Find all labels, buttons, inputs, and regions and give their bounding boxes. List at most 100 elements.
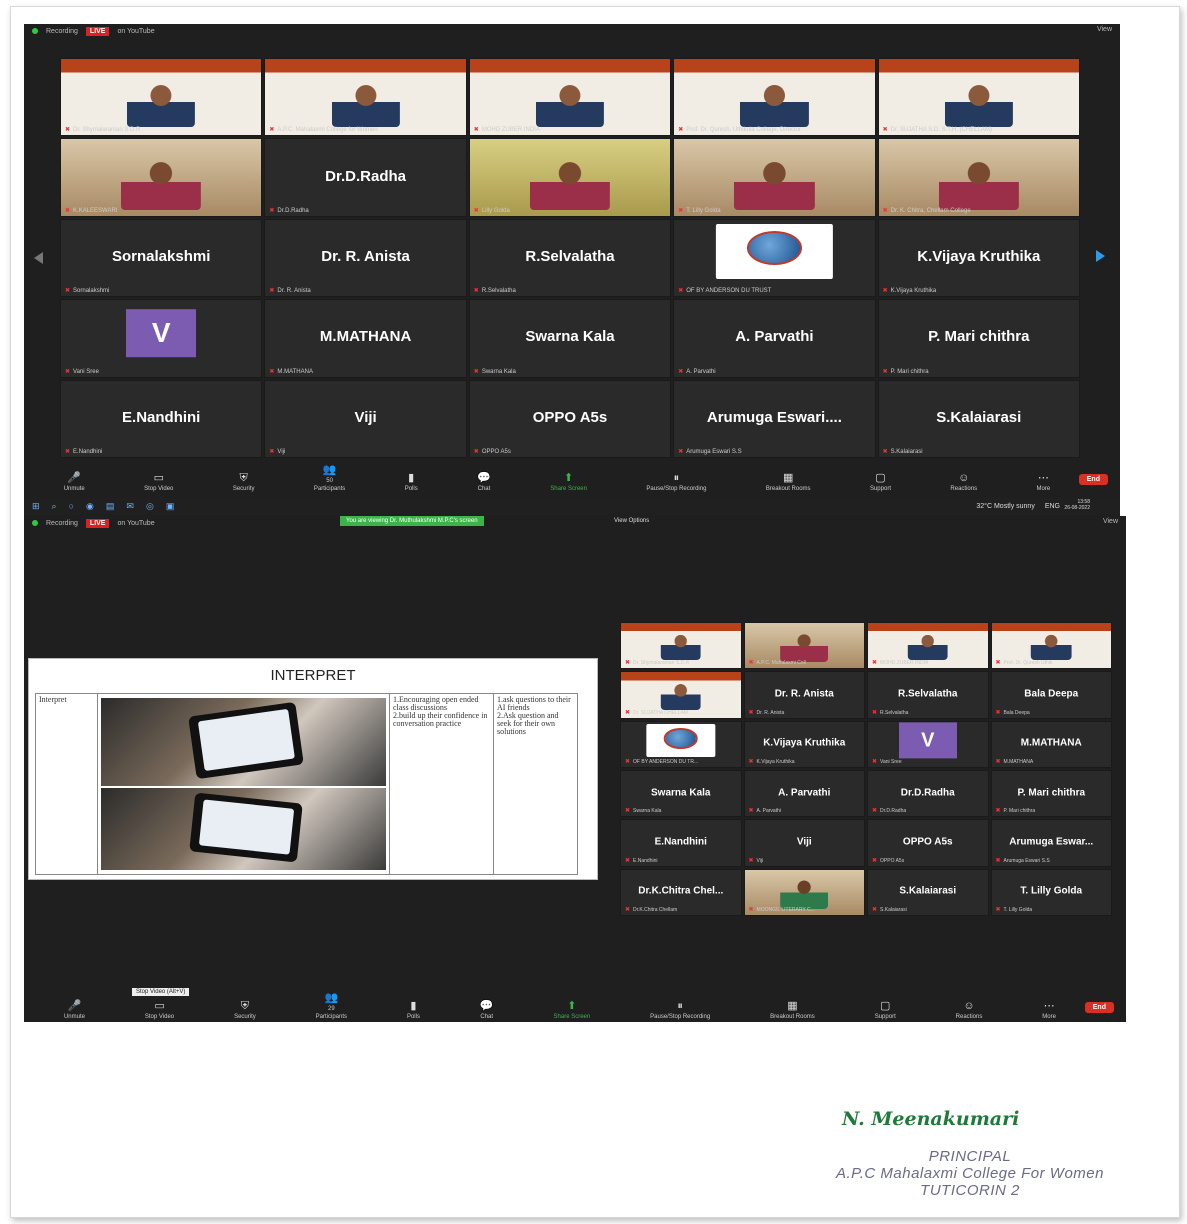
- participant-tile[interactable]: K.Vijaya Kruthika K.Vijaya Kruthika: [743, 720, 865, 768]
- participant-tile[interactable]: P. Mari chithra P. Mari chithra: [877, 299, 1080, 378]
- breakout-rooms-button[interactable]: ▦ Breakout Rooms: [766, 473, 811, 493]
- participant-tile[interactable]: S.Kalaiarasi S.Kalaiarasi: [877, 379, 1080, 458]
- participant-tile-banner[interactable]: MOHD ZUBER INDIA: [468, 58, 672, 137]
- more-button[interactable]: ⋯ More: [1042, 1001, 1056, 1021]
- participant-tile[interactable]: OPPO A5s OPPO A5s: [867, 819, 989, 867]
- participant-tile[interactable]: Arumuga Eswar... Arumuga Eswari S.S: [990, 819, 1112, 867]
- participant-tile[interactable]: M.MATHANA M.MATHANA: [264, 299, 467, 378]
- stop-video-button[interactable]: ▭ Stop Video: [144, 473, 173, 493]
- participant-tile-banner[interactable]: Dr. Shymalaraman S.D.R: [60, 58, 263, 137]
- share-screen-button[interactable]: ⬆ Share Screen: [554, 1001, 591, 1021]
- chat-button[interactable]: 💬 Chat: [477, 473, 491, 493]
- support-button[interactable]: ▢ Support: [870, 473, 891, 493]
- weather-text[interactable]: 32°C Mostly sunny: [976, 503, 1034, 510]
- windows-start-icon[interactable]: ⊞: [32, 501, 40, 512]
- toolbar-label: Reactions: [955, 1014, 983, 1020]
- participant-tile[interactable]: P. Mari chithra P. Mari chithra: [990, 769, 1112, 818]
- share-screen-button[interactable]: ⬆ Share Screen: [550, 473, 587, 493]
- participant-tile[interactable]: Lilly Golda: [468, 138, 672, 217]
- edge-icon[interactable]: ◉: [86, 501, 94, 512]
- chat-button[interactable]: 💬 Chat: [480, 1001, 494, 1021]
- participant-tile[interactable]: R.Selvalatha R.Selvalatha: [867, 671, 989, 719]
- participant-tile[interactable]: Swarna Kala Swarna Kala: [468, 299, 672, 378]
- recording-status: Recording: [46, 519, 78, 527]
- participant-tile[interactable]: K.Vijaya Kruthika K.Vijaya Kruthika: [877, 218, 1080, 298]
- pause-stop-recording-button[interactable]: ⏸ Pause/Stop Recording: [650, 1001, 710, 1021]
- participant-tile[interactable]: Viji Viji: [743, 819, 865, 867]
- end-meeting-button[interactable]: End: [1078, 474, 1108, 485]
- participant-tile[interactable]: MOHD ZUBER INDIA: [867, 622, 989, 670]
- more-button[interactable]: ⋯ More: [1037, 473, 1051, 493]
- taskbar-clock[interactable]: 13:58 26-08-2022: [1064, 499, 1090, 511]
- polls-button[interactable]: ▮ Polls: [407, 1001, 420, 1021]
- previous-page-icon[interactable]: [34, 252, 43, 264]
- participant-tile[interactable]: K.KALEESWARI: [60, 138, 263, 217]
- principal-signature: N. Meenakumari: [842, 1108, 1020, 1130]
- reactions-button[interactable]: ☺ Reactions: [955, 1001, 983, 1021]
- live-badge[interactable]: LIVE: [85, 518, 110, 528]
- participant-tile[interactable]: Arumuga Eswari.... Arumuga Eswari S.S: [673, 379, 876, 458]
- unmute-button[interactable]: 🎤 Unmute: [64, 473, 85, 493]
- participant-tile[interactable]: T. Lilly Golda T. Lilly Golda: [990, 868, 1112, 916]
- search-icon[interactable]: ⌕: [52, 501, 57, 512]
- participant-tile[interactable]: Swarna Kala Swarna Kala: [620, 769, 742, 818]
- participant-tile[interactable]: Prof. Dr. Quresh Uthik: [990, 622, 1112, 670]
- participant-tile[interactable]: Sornalakshmi Sornalakshmi: [60, 218, 263, 298]
- pause-stop-recording-button[interactable]: ⏸ Pause/Stop Recording: [646, 473, 706, 493]
- participant-tile[interactable]: Dr. SUJATHA CHELLAM: [620, 671, 742, 719]
- language-indicator[interactable]: ENG: [1045, 503, 1060, 510]
- participant-tile[interactable]: S.Kalaiarasi S.Kalaiarasi: [867, 868, 989, 916]
- next-page-icon[interactable]: [1096, 250, 1105, 262]
- participant-tile[interactable]: Viji Viji: [264, 379, 467, 458]
- participant-tile-banner[interactable]: Dr. SUJATHA S.D. S.T.H. (CHELLAM): [877, 58, 1080, 137]
- principal-stamp: PRINCIPAL A.P.C Mahalaxmi College For Wo…: [760, 1148, 1180, 1199]
- participant-tile[interactable]: VVani Sree: [60, 299, 263, 378]
- participant-video: [734, 156, 815, 210]
- view-menu-button[interactable]: View: [1097, 26, 1112, 33]
- participants-button[interactable]: 👥 29 Participants: [316, 993, 347, 1021]
- participant-tile[interactable]: Bala Deepa Bala Deepa: [990, 671, 1112, 719]
- participant-tile[interactable]: R.Selvalatha R.Selvalatha: [468, 218, 672, 298]
- reactions-button[interactable]: ☺ Reactions: [950, 473, 977, 493]
- stop-video-button[interactable]: ▭ Stop Video: [145, 1001, 174, 1021]
- participant-tile[interactable]: Dr. Shymalaraman S.D.R: [620, 622, 742, 670]
- participant-tile-banner[interactable]: Prof. Dr. Quresh, Uthikula College, Dire…: [673, 58, 876, 137]
- participant-tile[interactable]: OPPO A5s OPPO A5s: [468, 379, 672, 458]
- live-badge[interactable]: LIVE: [85, 26, 110, 36]
- participant-caption: E.Nandhini: [625, 857, 657, 864]
- participant-tile[interactable]: M.MATHANA M.MATHANA: [990, 720, 1112, 768]
- participant-tile[interactable]: VVani Sree: [867, 720, 989, 768]
- participant-tile[interactable]: Dr. R. Anista Dr. R. Anista: [264, 218, 467, 298]
- view-options-button[interactable]: View Options: [614, 518, 649, 524]
- mail-icon[interactable]: ✉: [126, 501, 134, 512]
- participant-tile[interactable]: Dr.D.Radha Dr.D.Radha: [867, 769, 989, 818]
- participant-tile-banner[interactable]: A.P.C. Mahalaxmi College for Women: [264, 58, 467, 137]
- participant-tile[interactable]: OF BY ANDERSON DU TRUST: [673, 218, 876, 298]
- cortana-icon[interactable]: ○: [69, 501, 74, 511]
- security-button[interactable]: ⛨ Security: [233, 473, 255, 493]
- zoom-app-icon[interactable]: ▣: [166, 501, 175, 512]
- participant-tile[interactable]: Dr. R. Anista Dr. R. Anista: [743, 671, 865, 719]
- view-menu-button[interactable]: View: [1103, 518, 1118, 525]
- participants-button[interactable]: 👥 50 Participants: [314, 465, 345, 493]
- participant-tile[interactable]: Dr.K.Chitra Chel... Dr.K.Chitra Chellam: [620, 868, 742, 916]
- participant-tile[interactable]: A. Parvathi A. Parvathi: [673, 299, 876, 378]
- participant-tile[interactable]: T. Lilly Golda: [673, 138, 876, 217]
- participant-tile[interactable]: Dr. K. Chitra, Chellam College: [877, 138, 1080, 217]
- participant-tile[interactable]: A.P.C. Mahalaxmi Coll: [743, 622, 865, 670]
- security-button[interactable]: ⛨ Security: [234, 1001, 256, 1021]
- breakout-rooms-button[interactable]: ▦ Breakout Rooms: [770, 1001, 815, 1021]
- participant-name: T. Lilly Golda: [1020, 885, 1083, 897]
- unmute-button[interactable]: 🎤 Unmute: [64, 1001, 85, 1021]
- participant-tile[interactable]: E.Nandhini E.Nandhini: [60, 379, 263, 458]
- polls-button[interactable]: ▮ Polls: [405, 473, 418, 493]
- file-explorer-icon[interactable]: ▤: [106, 501, 115, 512]
- participant-tile[interactable]: OF BY ANDERSON DU TR...: [620, 720, 742, 768]
- participant-tile[interactable]: A. Parvathi A. Parvathi: [743, 769, 865, 818]
- end-meeting-button[interactable]: End: [1084, 1002, 1114, 1013]
- participant-tile[interactable]: MOONGIL LITERARY C...: [743, 868, 865, 916]
- participant-tile[interactable]: E.Nandhini E.Nandhini: [620, 819, 742, 867]
- support-button[interactable]: ▢ Support: [875, 1001, 896, 1021]
- chrome-icon[interactable]: ◎: [146, 501, 154, 512]
- participant-tile[interactable]: Dr.D.Radha Dr.D.Radha: [264, 138, 467, 217]
